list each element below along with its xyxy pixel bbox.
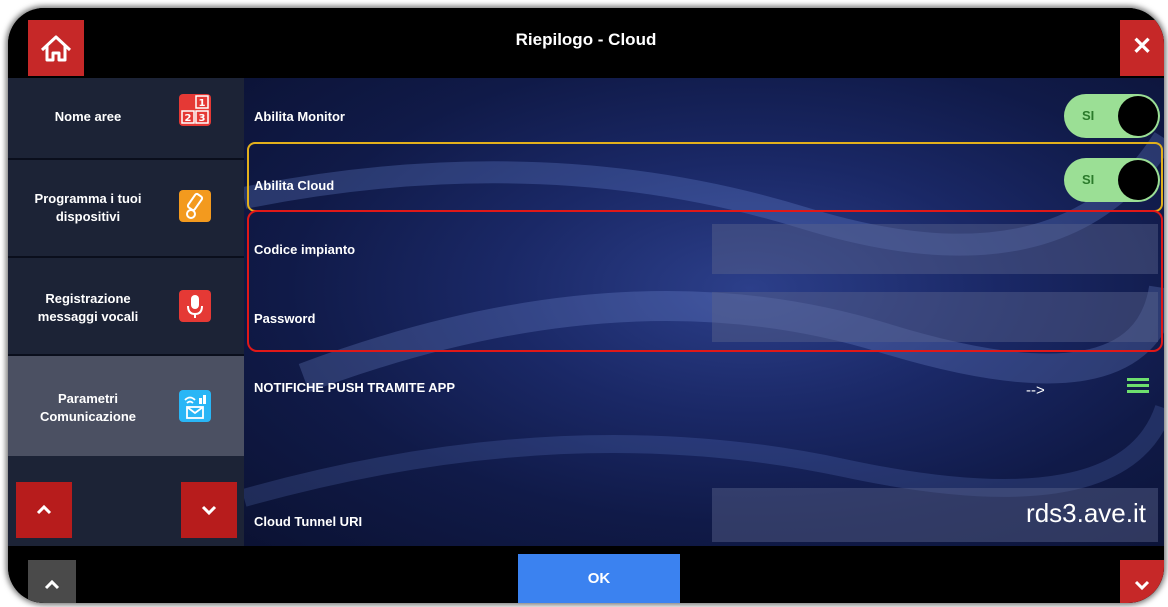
footer-bar: OK — [8, 546, 1164, 603]
password-label: Password — [254, 311, 316, 326]
toggle-knob — [1118, 160, 1158, 200]
ok-button[interactable]: OK — [518, 554, 680, 603]
abilita-cloud-label: Abilita Cloud — [254, 178, 335, 193]
page-down-button[interactable] — [1120, 560, 1164, 603]
device-programming-icon — [179, 190, 211, 222]
cloud-tunnel-label: Cloud Tunnel URI — [254, 514, 363, 529]
toggle-state: SI — [1082, 172, 1095, 187]
page-title: Riepilogo - Cloud — [515, 30, 657, 49]
area-numbers-icon: 1 2 3 — [179, 94, 211, 126]
close-button[interactable]: ✕ — [1120, 20, 1164, 76]
communication-icon — [179, 390, 211, 422]
svg-text:3: 3 — [199, 113, 206, 124]
abilita-monitor-toggle[interactable]: SI — [1064, 94, 1160, 138]
sidebar: Nome aree 1 2 3 Programma i tuoi disposi… — [8, 78, 244, 546]
chevron-up-icon — [36, 504, 52, 515]
cloud-tunnel-field[interactable]: rds3.ave.it — [712, 488, 1158, 542]
chevron-down-icon — [1134, 580, 1150, 591]
sidebar-item-nome-aree[interactable]: Nome aree 1 2 3 — [8, 78, 244, 158]
chevron-up-icon — [44, 579, 60, 590]
toggle-state: SI — [1082, 108, 1095, 123]
sidebar-item-parametri[interactable]: Parametri Comunicazione — [8, 356, 244, 456]
microphone-icon — [179, 290, 211, 322]
close-icon: ✕ — [1131, 33, 1153, 60]
sidebar-item-label: Parametri Comunicazione — [39, 391, 137, 424]
codice-impianto-label: Codice impianto — [254, 242, 356, 257]
scroll-up-button[interactable] — [16, 482, 72, 538]
header-bar: Riepilogo - Cloud ✕ — [8, 8, 1164, 78]
notifiche-menu-button[interactable] — [1124, 374, 1154, 398]
menu-icon — [1127, 378, 1149, 393]
codice-impianto-field[interactable] — [712, 224, 1158, 274]
chevron-down-icon — [201, 505, 217, 516]
sidebar-item-label: Programma i tuoi dispositivi — [34, 191, 142, 224]
toggle-knob — [1118, 96, 1158, 136]
settings-panel: Abilita Monitor SI Abilita Cloud SI Codi… — [244, 78, 1164, 546]
svg-text:2: 2 — [185, 113, 192, 124]
svg-text:1: 1 — [199, 98, 206, 109]
app-window: Riepilogo - Cloud ✕ Nome aree 1 2 3 Prog… — [8, 8, 1164, 603]
cloud-tunnel-value: rds3.ave.it — [1026, 498, 1146, 528]
sidebar-item-label: Nome aree — [54, 109, 122, 124]
sidebar-item-label: Registrazione messaggi vocali — [37, 291, 139, 324]
sidebar-item-registrazione[interactable]: Registrazione messaggi vocali — [8, 258, 244, 354]
notifiche-arrow: --> — [1026, 382, 1045, 399]
page-up-button[interactable] — [28, 560, 76, 603]
notifiche-label: NOTIFICHE PUSH TRAMITE APP — [254, 380, 456, 395]
cloud-highlight-box — [247, 142, 1163, 212]
abilita-cloud-toggle[interactable]: SI — [1064, 158, 1160, 202]
abilita-monitor-label: Abilita Monitor — [254, 109, 345, 124]
sidebar-item-programma[interactable]: Programma i tuoi dispositivi — [8, 160, 244, 256]
scroll-down-button[interactable] — [181, 482, 237, 538]
password-field[interactable] — [712, 292, 1158, 342]
